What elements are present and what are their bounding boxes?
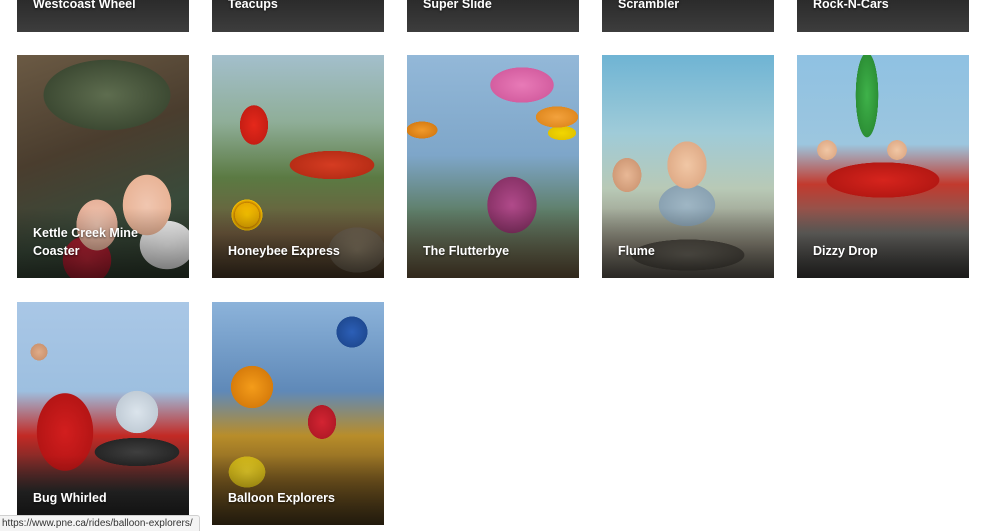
ride-card-honeybee-express[interactable]: Honeybee Express — [212, 55, 384, 278]
ride-card-balloon-explorers[interactable]: Balloon Explorers — [212, 302, 384, 525]
ride-card-label: Super Slide — [423, 0, 492, 11]
ride-card-label: Teacups — [228, 0, 278, 11]
ride-card-rock-n-cars[interactable]: Rock-N-Cars — [797, 0, 969, 32]
ride-card-super-slide[interactable]: Super Slide — [407, 0, 579, 32]
ride-card-dizzy-drop[interactable]: Dizzy Drop — [797, 55, 969, 278]
ride-card-westcoast-wheel[interactable]: Westcoast Wheel — [17, 0, 189, 32]
ride-card-label: Flume — [618, 244, 655, 258]
ride-card-label: The Flutterbye — [423, 244, 510, 258]
ride-card-label: Scrambler — [618, 0, 680, 11]
ride-card-the-flutterbye[interactable]: The Flutterbye — [407, 55, 579, 278]
ride-card-bug-whirled[interactable]: Bug Whirled — [17, 302, 189, 525]
ride-card-label: Bug Whirled — [33, 491, 107, 505]
rides-page: Westcoast Wheel Teacups Super Slide Scra… — [0, 0, 1000, 531]
status-bar-url: https://www.pne.ca/rides/balloon-explore… — [0, 515, 200, 531]
ride-card-kettle-creek-mine-coaster[interactable]: Kettle Creek Mine Coaster — [17, 55, 189, 278]
ride-card-teacups[interactable]: Teacups — [212, 0, 384, 32]
ride-card-scrambler[interactable]: Scrambler — [602, 0, 774, 32]
ride-card-label: Balloon Explorers — [228, 491, 335, 505]
ride-card-label: Dizzy Drop — [813, 244, 878, 258]
ride-card-flume[interactable]: Flume — [602, 55, 774, 278]
ride-card-label: Westcoast Wheel — [33, 0, 136, 11]
ride-card-label: Rock-N-Cars — [813, 0, 889, 11]
ride-card-label: Honeybee Express — [228, 244, 340, 258]
ride-card-label: Kettle Creek Mine Coaster — [33, 226, 138, 258]
